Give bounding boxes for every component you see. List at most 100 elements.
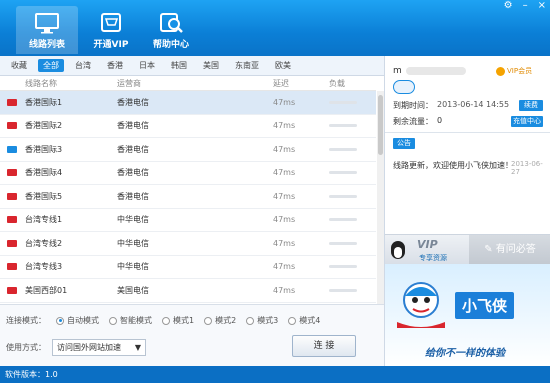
mode-label: 模式3 [257,316,279,325]
table-row[interactable]: 台湾专线3 中华电信 47ms [0,256,376,279]
vip-subtitle: 专享资源 [419,254,447,262]
mode-label: 自动模式 [67,316,99,325]
radio-icon[interactable] [109,316,117,325]
monitor-icon [35,13,59,34]
pencil-icon: ✎ [484,244,496,255]
tab-favorites[interactable]: 收藏 [6,59,32,72]
nav-open-vip[interactable]: 开通VIP [80,6,142,54]
line-ping: 47ms [273,144,296,154]
line-name: 香港国际5 [25,191,63,201]
usage-select[interactable]: 访问国外网站加速 ▼ [52,339,146,356]
minimize-icon[interactable]: – [523,0,528,14]
mode-option[interactable]: 模式3 [246,315,278,326]
mode-option[interactable]: 模式4 [288,315,320,326]
tab-hongkong[interactable]: 香港 [102,59,128,72]
vip-resource-banner[interactable]: VIP 专享资源 [385,234,469,264]
crown-icon [496,66,505,76]
region-tabs: 收藏 全部 台湾 香港 日本 韩国 美国 东南亚 欧美 [0,56,384,76]
tab-all[interactable]: 全部 [38,59,64,72]
col-isp[interactable]: 运营商 [117,78,273,89]
renew-button[interactable]: 续费 [519,100,543,111]
table-row[interactable]: 台湾专线1 中华电信 47ms [0,209,376,232]
ask-answer-button[interactable]: ✎ 有问必答 [469,234,550,264]
username: m [393,66,466,76]
radio-icon[interactable] [288,316,297,325]
col-ping[interactable]: 延迟 [273,78,329,89]
mode-option[interactable]: 智能模式 [109,315,152,326]
load-bar [329,147,357,151]
account-panel: m VIP会员 到期时间： 2013-06-14 14:55 续费 剩余流量： … [384,56,550,366]
connect-button[interactable]: 连 接 [292,335,356,357]
line-name: 台湾专线1 [25,215,63,225]
mascot-icon [397,282,445,328]
recharge-label: 充值中心 [513,117,541,125]
mode-option[interactable]: 模式2 [204,315,236,326]
nav-line-list[interactable]: 线路列表 [16,6,78,54]
tab-usa[interactable]: 美国 [198,59,224,72]
username-text: m [393,66,402,76]
table-row[interactable]: 香港国际1 香港电信 47ms [0,91,376,115]
table-row[interactable]: 香港国际5 香港电信 47ms [0,185,376,209]
vip-title: VIP [417,238,438,251]
line-name: 美国西部01 [25,285,68,295]
table-row[interactable]: 香港国际4 香港电信 47ms [0,162,376,185]
flag-icon [7,216,17,224]
status-text: 软件版本：1.0 [5,370,58,379]
line-isp: 香港电信 [117,121,149,131]
scrollbar-thumb[interactable] [378,95,383,155]
settings-icon[interactable]: ⚙ [504,0,513,14]
line-isp: 香港电信 [117,97,149,107]
renew-label: 续费 [524,101,538,109]
flag-icon [7,122,17,130]
line-ping: 47ms [273,238,296,248]
load-bar [329,265,357,269]
protocol-label: 连接模式： [6,316,46,325]
load-bar [329,171,357,175]
line-ping: 47ms [273,121,296,131]
radio-icon[interactable] [162,316,170,325]
tab-southeast-asia[interactable]: 东南亚 [230,59,264,72]
recharge-button[interactable]: 充值中心 [511,116,543,127]
avatar [393,80,415,94]
line-ping: 47ms [273,191,296,201]
line-ping: 47ms [273,262,296,272]
notice-text[interactable]: 线路更新，欢迎使用小飞侠加速！ [393,160,508,171]
tab-taiwan[interactable]: 台湾 [70,59,96,72]
line-ping: 47ms [273,215,296,225]
usage-value: 访问国外网站加速 [57,343,121,352]
tab-korea[interactable]: 韩国 [166,59,192,72]
scrollbar[interactable] [377,91,384,304]
mode-label: 智能模式 [120,316,152,325]
col-load[interactable]: 负载 [329,78,345,89]
mode-option[interactable]: 自动模式 [56,315,99,326]
window-controls: ⚙ – × [504,0,546,14]
radio-icon[interactable] [56,316,64,325]
line-isp: 香港电信 [117,168,149,178]
line-ping: 47ms [273,285,296,295]
line-isp: 香港电信 [117,144,149,154]
mode-label: 模式1 [173,316,195,325]
vip-badge: VIP会员 [496,66,532,76]
notice-button[interactable]: 公告 [393,138,415,149]
table-row[interactable]: 台湾专线2 中华电信 47ms [0,232,376,256]
tab-europe[interactable]: 欧美 [270,59,296,72]
table-row[interactable]: 香港国际3 香港电信 47ms [0,138,376,162]
nav-help-center[interactable]: 帮助中心 [140,6,202,54]
brand-slogan: 给你不一样的体验 [425,348,505,359]
col-name[interactable]: 线路名称 [25,78,117,89]
line-ping: 47ms [273,168,296,178]
close-icon[interactable]: × [538,0,546,14]
table-row[interactable]: 香港国际2 香港电信 47ms [0,115,376,138]
radio-icon[interactable] [246,316,255,325]
table-row[interactable]: 美国西部01 美国电信 47ms [0,279,376,303]
line-ping: 47ms [273,97,296,107]
line-name: 香港国际2 [25,121,63,131]
mode-option[interactable]: 模式1 [162,315,194,326]
radio-icon[interactable] [204,316,213,325]
penguin-belly [394,247,402,258]
line-name: 香港国际4 [25,168,63,178]
tab-japan[interactable]: 日本 [134,59,160,72]
expire-label: 到期时间： [393,101,433,110]
cart-icon [101,13,121,32]
ask-label: 有问必答 [495,244,536,255]
